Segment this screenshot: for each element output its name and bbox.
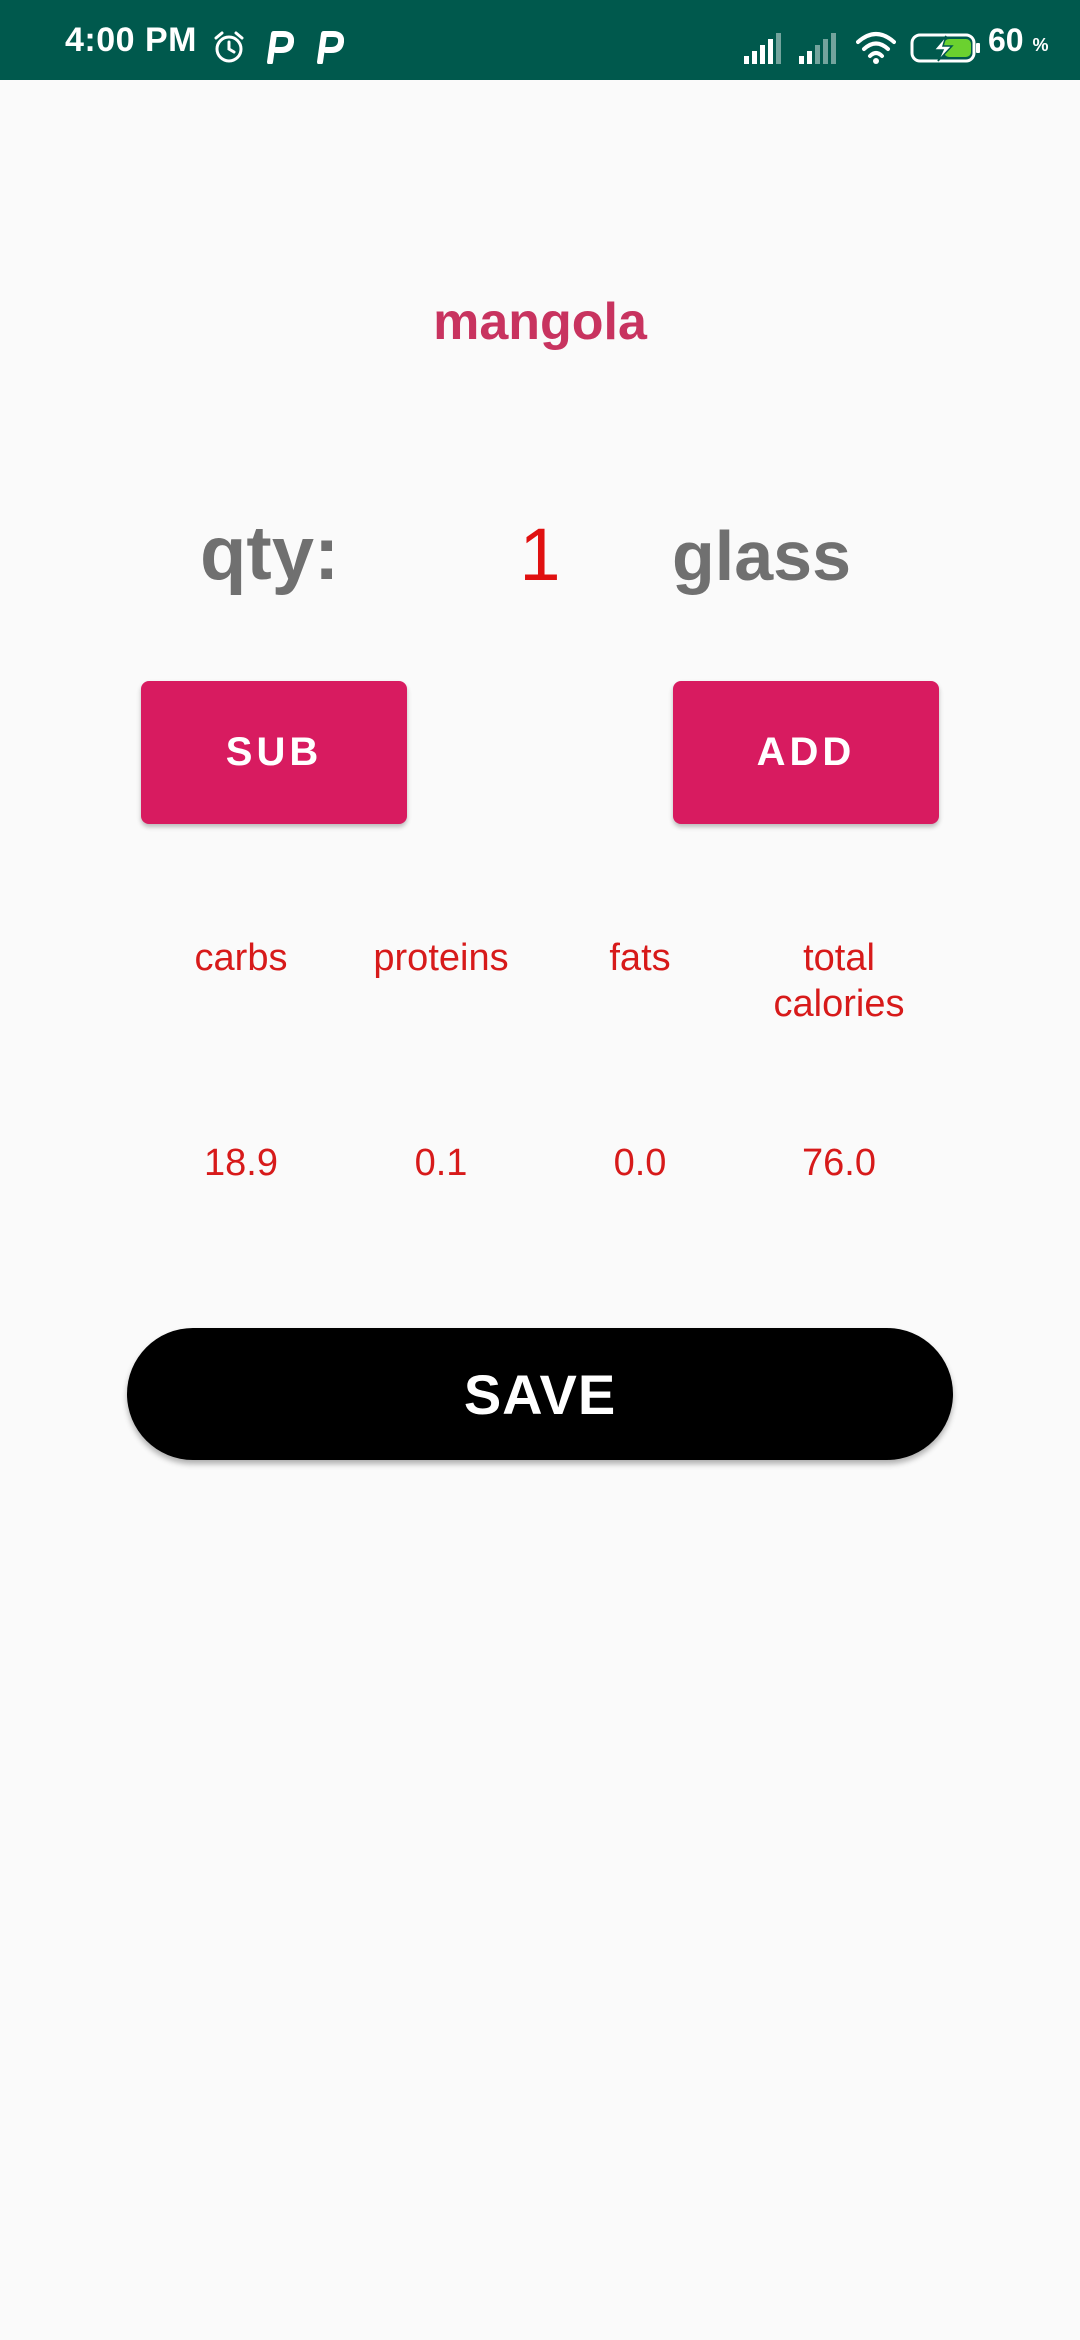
battery-charging-icon	[910, 32, 982, 69]
signal-icon	[742, 32, 782, 69]
signal-icon	[797, 32, 837, 69]
sub-button[interactable]: SUB	[141, 681, 407, 824]
nutrient-value-carbs: 18.9	[204, 1142, 278, 1184]
nutrient-value-fats: 0.0	[613, 1142, 667, 1184]
alarm-icon	[212, 30, 246, 69]
parking-icon	[264, 30, 295, 69]
parking-icon	[314, 30, 345, 69]
nutrient-label-fats: fats	[609, 937, 671, 979]
nutrient-label-proteins: proteins	[373, 937, 509, 979]
food-name-title: mangola	[433, 293, 647, 351]
qty-label: qty:	[200, 511, 340, 596]
add-button[interactable]: ADD	[673, 681, 939, 824]
status-bar: 4:00 PM 60 %	[0, 0, 1080, 80]
wifi-icon	[856, 30, 896, 69]
qty-unit: glass	[672, 517, 851, 595]
save-button[interactable]: SAVE	[127, 1328, 953, 1460]
nutrient-value-proteins: 0.1	[414, 1142, 468, 1184]
status-time: 4:00 PM	[65, 21, 197, 59]
nutrient-label-total-calories: total calories	[773, 937, 905, 1025]
nutrient-value-total-calories: 76.0	[802, 1142, 876, 1184]
nutrient-label-carbs: carbs	[194, 937, 288, 979]
qty-value: 1	[519, 513, 561, 596]
battery-percent: 60 %	[988, 22, 1049, 58]
